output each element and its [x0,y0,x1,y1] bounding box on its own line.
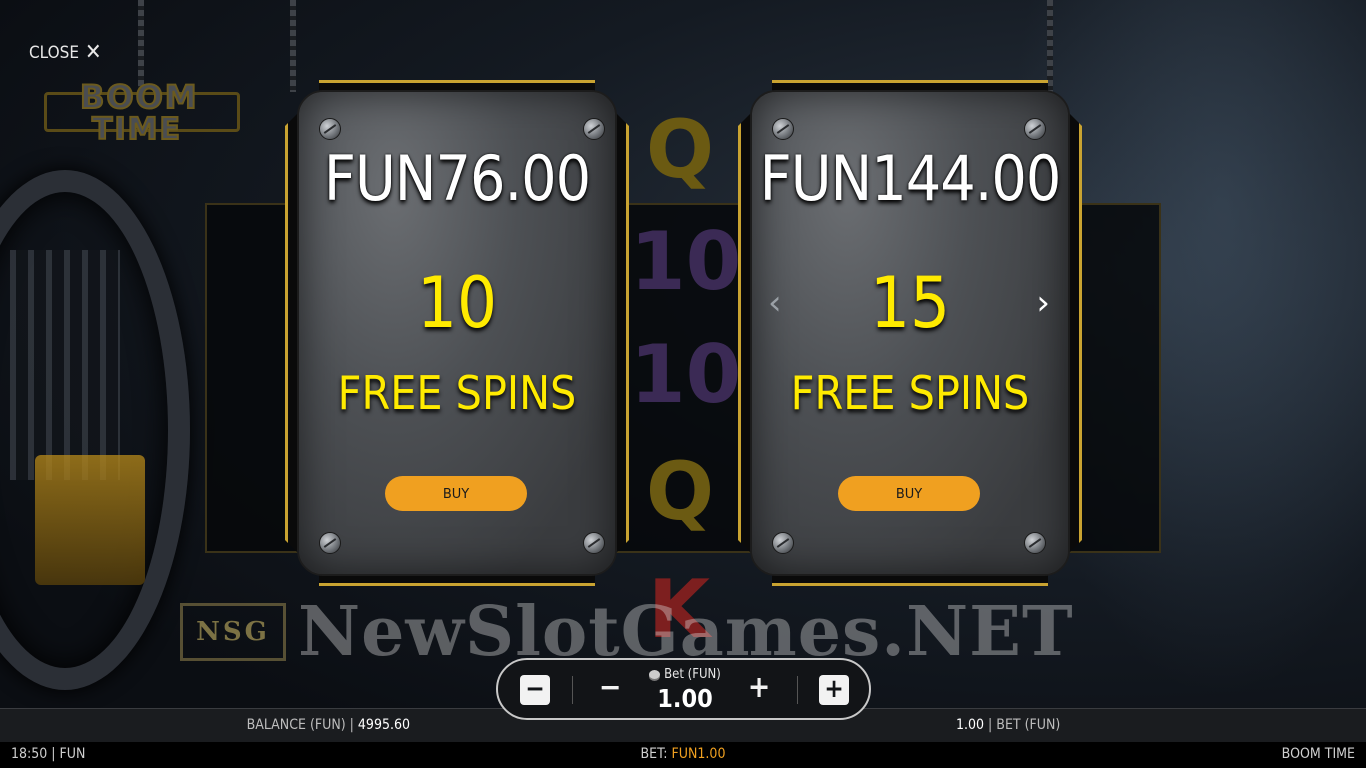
offer-panel-2: FUN144.00 ‹ 15 › FREE SPINS BUY [738,80,1082,586]
game-logo: BOOM TIME [44,77,244,150]
screw-icon [772,532,794,554]
chain-graphic [1047,0,1053,92]
offer-panel-1: FUN76.00 10 FREE SPINS BUY [285,80,629,586]
free-spins-count: 10 [416,262,498,344]
reel-symbol: 10 [630,215,742,308]
balance-display: BALANCE (FUN) | 4995.60 [247,717,410,733]
reel-symbol: Q [646,103,715,196]
reel-symbol: Q [646,445,715,538]
bet-label: Bet (FUN) [638,667,732,682]
free-spins-count: 15 [869,262,951,344]
free-spins-label: FREE SPINS [790,366,1030,420]
max-bet-button[interactable]: + [819,675,849,705]
separator: | [349,717,354,733]
chain-graphic [290,0,296,92]
status-bet-value: FUN1.00 [671,746,726,762]
status-bet: BET: FUN1.00 [0,746,1366,762]
logo-line-1: BOOM [79,77,199,117]
close-label: CLOSE [29,43,80,63]
bet-label: BET (FUN) [996,717,1061,733]
chevron-right-icon[interactable]: › [1036,286,1050,320]
screw-icon [1024,118,1046,140]
bet-amount: 1.00 [657,684,713,713]
min-bet-button[interactable]: − [520,675,550,705]
status-bet-label: BET: [640,746,668,762]
bet-control: − − Bet (FUN) 1.00 + + [496,658,871,720]
close-button[interactable]: CLOSE ✕ [29,42,102,64]
bet-value: 1.00 [956,717,985,733]
offer-price: FUN144.00 [759,142,1062,215]
logo-line-2: TIME [91,111,182,148]
screw-icon [319,118,341,140]
decrease-bet-button[interactable]: − [595,670,625,706]
reel-symbol: 10 [630,328,742,421]
divider [797,676,798,704]
balance-value: 4995.60 [357,717,410,733]
balance-label: BALANCE (FUN) [246,717,346,733]
screw-icon [319,532,341,554]
watermark-badge: NSG [180,603,286,661]
buy-button[interactable]: BUY [838,476,980,511]
screw-icon [772,118,794,140]
game-name: BOOM TIME [1281,746,1355,762]
increase-bet-button[interactable]: + [744,670,774,706]
bet-label-text: Bet (FUN) [664,667,721,682]
free-spins-label: FREE SPINS [337,366,577,420]
separator: | [988,717,993,733]
bet-display: 1.00 | BET (FUN) [956,717,1060,733]
vault-bars-graphic [10,250,120,480]
status-bar: 18:50 | FUN BET: FUN1.00 BOOM TIME [0,742,1366,768]
gold-bars-graphic [35,455,145,585]
coin-stack-icon [649,670,661,679]
close-x-icon: ✕ [85,40,102,65]
buy-button[interactable]: BUY [385,476,527,511]
screw-icon [583,532,605,554]
screw-icon [583,118,605,140]
screw-icon [1024,532,1046,554]
divider [572,676,573,704]
offer-price: FUN76.00 [323,142,591,215]
